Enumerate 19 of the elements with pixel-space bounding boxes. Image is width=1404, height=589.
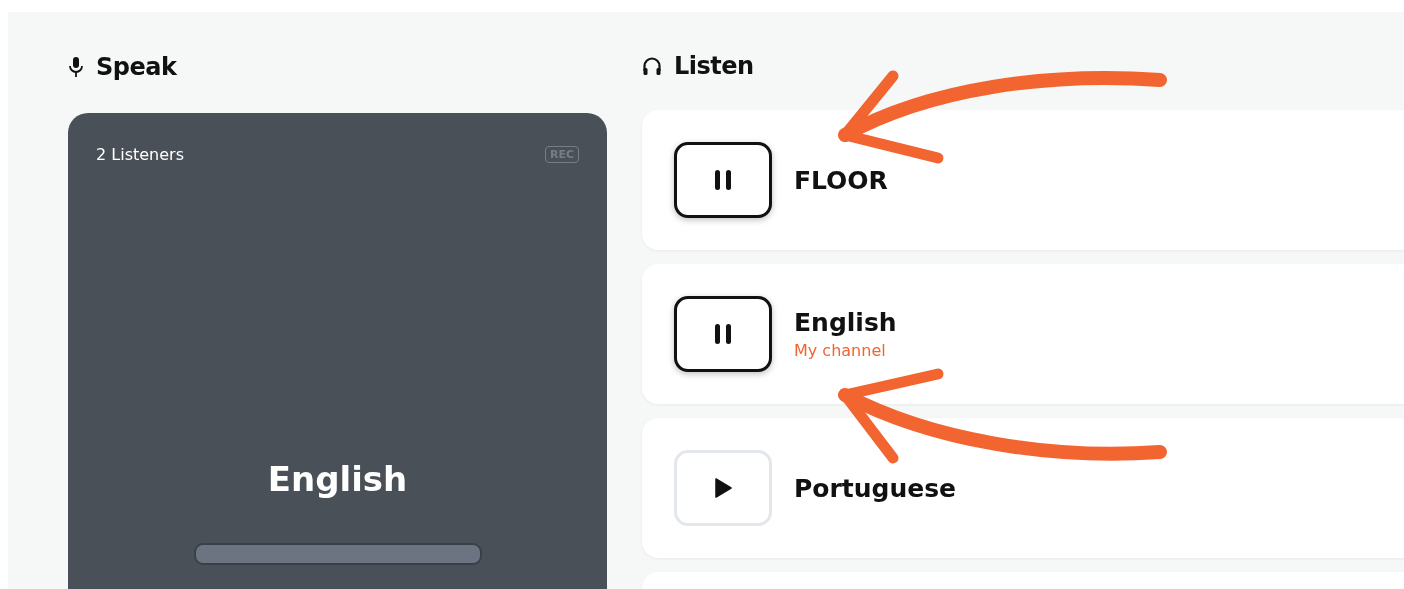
channel-card[interactable]: Portuguese: [642, 418, 1404, 558]
channel-name: FLOOR: [794, 165, 888, 195]
speaking-language: English: [267, 458, 408, 499]
channel-card[interactable]: English My channel: [642, 264, 1404, 404]
channel-name: Portuguese: [794, 473, 957, 503]
play-button[interactable]: [674, 450, 772, 526]
microphone-icon: [68, 56, 84, 79]
channel-name: English: [794, 308, 897, 337]
channel-card[interactable]: FLOOR: [642, 110, 1404, 250]
headphones-icon: [642, 56, 662, 76]
pause-button[interactable]: [674, 142, 772, 218]
pause-icon: [713, 169, 733, 191]
listener-count: 2 Listeners: [96, 144, 184, 164]
section-title: Speak: [96, 53, 177, 82]
pause-button[interactable]: [674, 296, 772, 372]
pause-icon: [713, 323, 733, 345]
play-icon: [714, 478, 732, 498]
channel-subtitle: My channel: [794, 341, 887, 360]
section-title: Listen: [674, 52, 754, 80]
